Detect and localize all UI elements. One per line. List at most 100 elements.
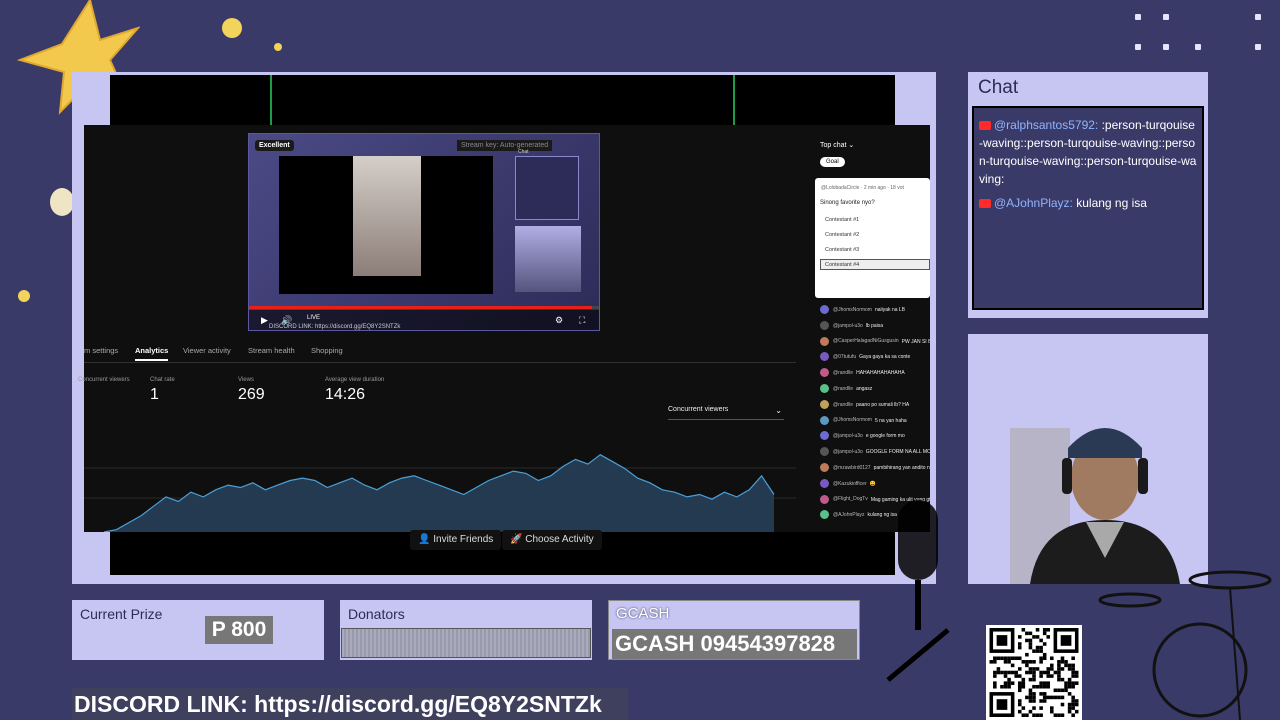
dot-decoration — [222, 18, 242, 38]
chat-text: GOOGLE FORM NA ALL MO NALANG — [865, 449, 930, 456]
poll-option[interactable]: Contestant #2 — [820, 229, 930, 240]
preview-discord-text: DISCORD LINK: https://discord.gg/EQ8Y2SN… — [269, 324, 401, 330]
chat-message: @AJohnPlayz: kulang ng isa — [979, 194, 1197, 212]
action-bar: 👤 Invite Friends 🚀 Choose Activity — [404, 530, 604, 550]
chat-username[interactable]: @randlle — [833, 402, 853, 408]
qr-code — [986, 625, 1082, 720]
avatar[interactable] — [820, 463, 829, 472]
tab-divider — [84, 362, 796, 363]
chat-username[interactable]: @mzawbird0127 — [833, 465, 871, 471]
poll-card: @LolobadaCircle · 2 min ago · 18 vot Sin… — [815, 178, 930, 298]
chat-username[interactable]: @AJohnPlayz — [833, 512, 864, 518]
invite-friends-button[interactable]: 👤 Invite Friends — [410, 530, 502, 550]
chat-username[interactable]: @Kazukiofficer — [833, 481, 867, 487]
chat-message: @randlle paano po sumali lb? HA — [820, 399, 930, 409]
chat-title: Chat — [978, 77, 1019, 98]
tab-shopping[interactable]: Shopping — [311, 346, 343, 355]
progress-bar[interactable] — [249, 306, 599, 309]
avatar[interactable] — [820, 352, 829, 362]
chat-message: @jampol-u3o lb paisa — [820, 320, 930, 330]
chat-username[interactable]: @randlle — [833, 386, 853, 392]
prize-label: Current Prize — [80, 606, 163, 622]
settings-icon[interactable]: ⚙ — [555, 315, 563, 326]
poll-option-selected[interactable]: Contestant #4 — [820, 259, 930, 270]
divider — [733, 75, 735, 125]
choose-activity-button[interactable]: 🚀 Choose Activity — [502, 530, 602, 550]
dot-decoration — [18, 290, 30, 302]
invite-label: Invite Friends — [433, 534, 494, 545]
prize-panel: Current Prize — [72, 600, 324, 660]
youtube-icon — [979, 121, 991, 131]
avatar[interactable] — [820, 415, 829, 425]
discord-link[interactable]: DISCORD LINK: https://discord.gg/EQ8Y2SN… — [72, 688, 628, 720]
chat-text: lb paisa — [865, 322, 884, 329]
stream-key-select[interactable]: Stream key: Auto-generated — [457, 140, 553, 151]
stat-label-concurrent: Concurrent viewers — [78, 377, 130, 383]
preview-video — [279, 156, 493, 294]
chat-body: @ralphsantos5792: :person-turqouise-wavi… — [972, 106, 1204, 310]
chat-username[interactable]: @randlle — [833, 370, 853, 376]
tab-viewer-activity[interactable]: Viewer activity — [183, 346, 231, 355]
chat-username[interactable]: @CasperHalagadNiGusgusin — [833, 338, 899, 344]
chat-username[interactable]: @jampol-u3o — [833, 433, 863, 439]
chat-username[interactable]: @jampol-u3o — [833, 323, 863, 329]
avatar[interactable] — [820, 447, 829, 457]
analytics-tabs: m settings Analytics Viewer activity Str… — [84, 346, 796, 362]
preview-chat-label: Chat — [518, 149, 529, 155]
chat-message: @mzawbird0127pambihirang yan andito na d… — [820, 463, 930, 472]
metric-dropdown[interactable]: Concurrent viewers ⌄ — [668, 406, 784, 420]
chat-username[interactable]: @Flight_DogTv — [833, 496, 868, 502]
chat-message: @JhomsNormom 5 na yan haha — [820, 415, 930, 425]
chat-text: naiiyak na LB — [874, 306, 906, 313]
fullscreen-icon[interactable]: ⛶ — [579, 315, 585, 326]
avatar[interactable] — [820, 320, 829, 330]
tab-analytics[interactable]: Analytics — [135, 346, 169, 361]
poll-option[interactable]: Contestant #1 — [820, 214, 930, 225]
avatar[interactable] — [820, 494, 829, 504]
drums-decoration — [1098, 570, 1272, 720]
microphone-decoration — [886, 500, 950, 682]
avatar[interactable] — [820, 478, 829, 488]
goal-chip[interactable]: Goal — [820, 157, 845, 167]
avatar[interactable] — [820, 305, 829, 314]
stat-value-avg-duration: 14:26 — [325, 386, 366, 403]
tab-stream-health[interactable]: Stream health — [248, 346, 295, 355]
chat-text: pambihirang yan andito na din sinadakop … — [873, 464, 930, 471]
avatar[interactable] — [820, 510, 829, 520]
stream-preview[interactable]: Excellent Stream key: Auto-generated Cha… — [248, 133, 600, 331]
stat-label-views: Views — [238, 377, 254, 383]
avatar[interactable] — [820, 368, 829, 378]
chat-message: @JhomsNormom naiiyak na LB — [820, 305, 930, 314]
tab-settings[interactable]: m settings — [84, 346, 118, 355]
play-icon[interactable]: ▶ — [261, 315, 268, 326]
chat-username[interactable]: @07tutufu — [833, 354, 856, 360]
dot-decoration — [274, 43, 282, 51]
concurrent-viewers-graph — [84, 453, 796, 532]
avatar[interactable] — [820, 336, 829, 346]
live-badge: LIVE — [307, 315, 321, 321]
chat-username[interactable]: @JhomsNormom — [833, 307, 872, 313]
top-chat-selector[interactable]: Top chat ⌄ — [820, 141, 854, 149]
choose-activity-label: Choose Activity — [525, 534, 594, 545]
chat-text: PW JAN SI BEST FRIEND KONG SI FL — [901, 338, 930, 345]
chat-message: @jampol-u3o e google form mo — [820, 431, 930, 441]
chat-username[interactable]: @jampol-u3o — [833, 449, 863, 455]
chat-message: @07tutufu Gaya gaya ka sa conte — [820, 352, 930, 362]
stat-value-chat-rate: 1 — [150, 386, 159, 403]
prize-value: P 800 — [205, 616, 273, 644]
chevron-down-icon: ⌄ — [775, 406, 782, 415]
donators-label: Donators — [348, 606, 405, 622]
chat-message: @ralphsantos5792: :person-turqouise-wavi… — [979, 116, 1197, 188]
chat-text: Gaya gaya ka sa conte — [859, 354, 911, 361]
avatar[interactable] — [820, 399, 829, 409]
series-area — [104, 454, 774, 532]
streamer-webcam — [1010, 428, 1180, 584]
donators-ticker — [341, 628, 591, 658]
poll-meta: @LolobadaCircle · 2 min ago · 18 vot — [821, 185, 904, 191]
avatar[interactable] — [820, 384, 829, 393]
chat-message: @randlle angasz — [820, 384, 930, 393]
avatar[interactable] — [820, 431, 829, 441]
chat-username[interactable]: @JhomsNormom — [833, 417, 872, 423]
poll-option[interactable]: Contestant #3 — [820, 244, 930, 255]
gcash-label: GCASH — [616, 605, 670, 622]
